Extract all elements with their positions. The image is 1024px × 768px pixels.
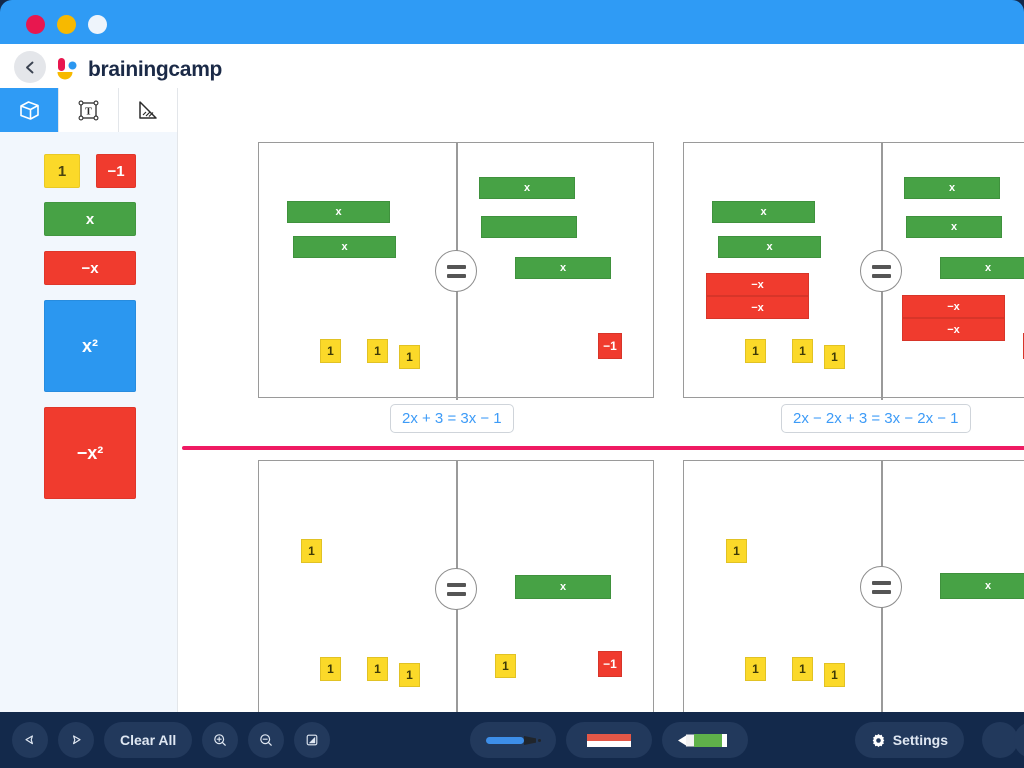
tile-x[interactable]: x (940, 573, 1024, 599)
panel-bottom-left[interactable]: 1 1 1 1 x 1 −1 (258, 460, 654, 712)
text-box-icon: T (78, 100, 99, 120)
tile-x[interactable]: x (515, 257, 611, 279)
toolbar-overflow-button-2[interactable] (1014, 722, 1024, 758)
panel-top-right[interactable]: x x −x −x 1 1 1 x x x −x −x −1 (683, 142, 1024, 400)
tile-unit[interactable]: 1 (824, 345, 845, 369)
tile-x[interactable]: x (287, 201, 390, 223)
undo-button[interactable] (12, 722, 48, 758)
clear-all-button[interactable]: Clear All (104, 722, 193, 758)
snapshot-button[interactable] (294, 722, 331, 758)
tile-neg-x[interactable]: −x (902, 295, 1005, 318)
tile-x[interactable] (481, 216, 577, 238)
section-divider (182, 446, 1024, 450)
svg-text:T: T (85, 106, 92, 117)
zoom-in-icon (214, 734, 227, 746)
tile-unit[interactable]: 1 (792, 339, 813, 363)
snapshot-icon (306, 734, 318, 746)
tile-unit[interactable]: 1 (320, 339, 341, 363)
tile-neg-x[interactable]: −x (902, 318, 1005, 341)
equals-badge (435, 250, 477, 292)
tile-unit[interactable]: 1 (726, 539, 747, 563)
brainingcamp-logo-icon (55, 57, 83, 83)
window-controls (26, 15, 107, 34)
settings-label: Settings (892, 732, 948, 748)
equals-badge (860, 250, 902, 292)
tile-unit[interactable]: 1 (399, 663, 420, 687)
equals-badge (435, 568, 477, 610)
panel-top-left[interactable]: x x 1 1 1 x x −1 (258, 142, 654, 400)
equation-label-top-right: 2x − 2x + 3 = 3x − 2x − 1 (781, 404, 971, 433)
close-window-button[interactable] (26, 15, 45, 34)
undo-icon (25, 735, 33, 745)
minimize-window-button[interactable] (57, 15, 76, 34)
palette-tile-x-squared[interactable]: x² (44, 300, 136, 392)
tile-x[interactable]: x (479, 177, 575, 199)
brand-title: brainingcamp (88, 58, 223, 81)
zoom-out-icon (260, 734, 273, 746)
arrow-left-icon (25, 61, 33, 73)
equation-label-top-left: 2x + 3 = 3x − 1 (390, 404, 514, 433)
tab-ruler-tool[interactable] (118, 88, 178, 132)
tile-unit[interactable]: 1 (399, 345, 420, 369)
palette-tile-x[interactable]: x (44, 202, 136, 236)
tile-x[interactable]: x (906, 216, 1002, 238)
pen-icon (486, 736, 542, 745)
maximize-window-button[interactable] (88, 15, 107, 34)
tile-unit[interactable]: 1 (824, 663, 845, 687)
zoom-in-button[interactable] (202, 722, 239, 758)
gear-icon (872, 733, 885, 747)
pen-tool-button[interactable] (470, 722, 557, 758)
zoom-out-button[interactable] (248, 722, 285, 758)
tile-x[interactable]: x (904, 177, 1000, 199)
tool-tab-strip: T (0, 88, 178, 132)
app-header: brainingcamp (0, 44, 1024, 88)
redo-icon (73, 735, 81, 745)
tile-x[interactable]: x (718, 236, 821, 258)
title-bar (0, 0, 1024, 44)
palette-tile-neg-x-squared[interactable]: −x² (44, 407, 136, 499)
eraser-tool-button[interactable] (566, 722, 653, 758)
tile-x[interactable]: x (940, 257, 1024, 279)
panel-bottom-right[interactable]: 1 1 1 1 x (683, 460, 1024, 712)
palette-tile-neg-x[interactable]: −x (44, 251, 136, 285)
tile-unit[interactable]: 1 (745, 339, 766, 363)
tile-unit[interactable]: 1 (367, 657, 388, 681)
tab-text-tool[interactable]: T (59, 88, 119, 132)
palette-tile-neg-unit[interactable]: −1 (96, 154, 136, 188)
cube-icon (19, 100, 39, 120)
application-window: brainingcamp T 1 −1 x −x x² −x² x x 1 1 … (0, 0, 1024, 768)
tile-unit[interactable]: 1 (301, 539, 322, 563)
tile-x[interactable]: x (712, 201, 815, 223)
tile-neg-x[interactable]: −x (706, 296, 809, 319)
eraser-icon (587, 734, 632, 747)
work-canvas[interactable]: x x 1 1 1 x x −1 2x + 3 = 3x − 1 x x −x … (178, 132, 1024, 712)
ruler-icon (139, 100, 158, 119)
tile-unit[interactable]: 1 (745, 657, 766, 681)
tile-neg-unit[interactable]: −1 (598, 333, 622, 359)
toolbar-overflow-button[interactable] (982, 722, 1018, 758)
settings-button[interactable]: Settings (854, 722, 964, 758)
app-body: brainingcamp T 1 −1 x −x x² −x² x x 1 1 … (0, 44, 1024, 712)
tile-unit[interactable]: 1 (367, 339, 388, 363)
tile-neg-x[interactable]: −x (706, 273, 809, 296)
marker-tool-button[interactable] (662, 722, 749, 758)
redo-button[interactable] (58, 722, 94, 758)
equals-badge (860, 566, 902, 608)
palette-tile-unit[interactable]: 1 (44, 154, 80, 188)
tile-palette: 1 −1 x −x x² −x² (0, 132, 178, 712)
back-button[interactable] (14, 51, 46, 83)
tile-neg-unit[interactable]: −1 (598, 651, 622, 677)
tab-algebra-tiles[interactable] (0, 88, 60, 132)
tile-unit[interactable]: 1 (495, 654, 516, 678)
marker-icon (678, 734, 728, 747)
bottom-toolbar: Clear All Settings (0, 712, 1024, 768)
tile-x[interactable]: x (293, 236, 396, 258)
tile-unit[interactable]: 1 (792, 657, 813, 681)
tile-x[interactable]: x (515, 575, 611, 599)
tile-unit[interactable]: 1 (320, 657, 341, 681)
